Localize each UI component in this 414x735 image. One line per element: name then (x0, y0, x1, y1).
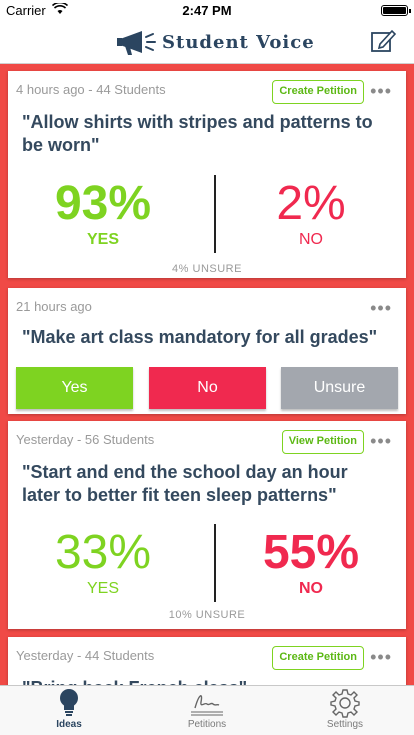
idea-question: "Start and end the school day an hour la… (22, 462, 348, 505)
tab-settings[interactable]: Settings (276, 686, 414, 735)
tab-petitions[interactable]: Petitions (138, 686, 276, 735)
no-result: 55% NO (216, 526, 406, 598)
ideas-feed[interactable]: 4 hours ago - 44 Students Create Petitio… (0, 64, 414, 685)
signature-icon (138, 688, 276, 718)
idea-card[interactable]: 4 hours ago - 44 Students Create Petitio… (8, 71, 406, 278)
nav-bar: Student Voice (0, 20, 414, 64)
tab-label: Petitions (187, 719, 227, 730)
yes-percentage: 93% (54, 177, 152, 230)
more-options-icon[interactable]: ••• (370, 648, 392, 666)
no-result: 2% NO (216, 177, 406, 249)
yes-percentage: 33% (54, 526, 152, 579)
idea-question: "Make art class mandatory for all grades… (22, 327, 378, 347)
lightbulb-icon (0, 688, 138, 718)
yes-label: YES (86, 231, 119, 248)
no-percentage: 55% (262, 526, 360, 579)
more-options-icon[interactable]: ••• (370, 299, 392, 317)
tab-ideas[interactable]: Ideas (0, 686, 138, 735)
unsure-percentage: 4% UNSURE (172, 263, 242, 275)
idea-meta: Yesterday - 44 Students (16, 648, 155, 663)
no-label: NO (299, 580, 323, 597)
vote-yes-button[interactable]: Yes (16, 367, 133, 409)
idea-card[interactable]: Yesterday - 44 Students Create Petition … (8, 637, 406, 685)
no-label: NO (299, 231, 323, 248)
vote-unsure-button[interactable]: Unsure (281, 367, 398, 409)
tab-bar: Ideas Petitions Settings (0, 685, 414, 735)
tab-label: Settings (326, 719, 364, 730)
no-percentage: 2% (276, 177, 346, 230)
yes-result: 93% YES (8, 177, 198, 249)
idea-card[interactable]: Yesterday - 56 Students View Petition ••… (8, 421, 406, 629)
gear-icon (276, 688, 414, 718)
idea-meta: 4 hours ago - 44 Students (16, 82, 166, 97)
yes-label: YES (86, 580, 119, 597)
megaphone-icon (116, 28, 158, 56)
view-petition-button[interactable]: View Petition (281, 430, 364, 454)
vote-no-button[interactable]: No (149, 367, 266, 409)
yes-result: 33% YES (8, 526, 198, 598)
more-options-icon[interactable]: ••• (370, 82, 392, 100)
idea-question: "Allow shirts with stripes and patterns … (22, 112, 373, 155)
battery-icon (381, 5, 411, 16)
idea-question: "Bring back French class" (22, 677, 386, 685)
tab-label: Ideas (56, 719, 82, 730)
idea-meta: 21 hours ago (16, 299, 92, 314)
create-petition-button[interactable]: Create Petition (272, 80, 364, 104)
create-petition-button[interactable]: Create Petition (272, 646, 364, 670)
idea-meta: Yesterday - 56 Students (16, 432, 155, 447)
unsure-percentage: 10% UNSURE (168, 609, 246, 621)
clock: 2:47 PM (182, 3, 232, 18)
more-options-icon[interactable]: ••• (370, 432, 392, 450)
compose-icon[interactable] (370, 28, 397, 54)
status-bar: Carrier 2:47 PM (0, 0, 414, 20)
idea-card[interactable]: 21 hours ago ••• "Make art class mandato… (8, 288, 406, 414)
app-title: Student Voice (162, 32, 315, 53)
